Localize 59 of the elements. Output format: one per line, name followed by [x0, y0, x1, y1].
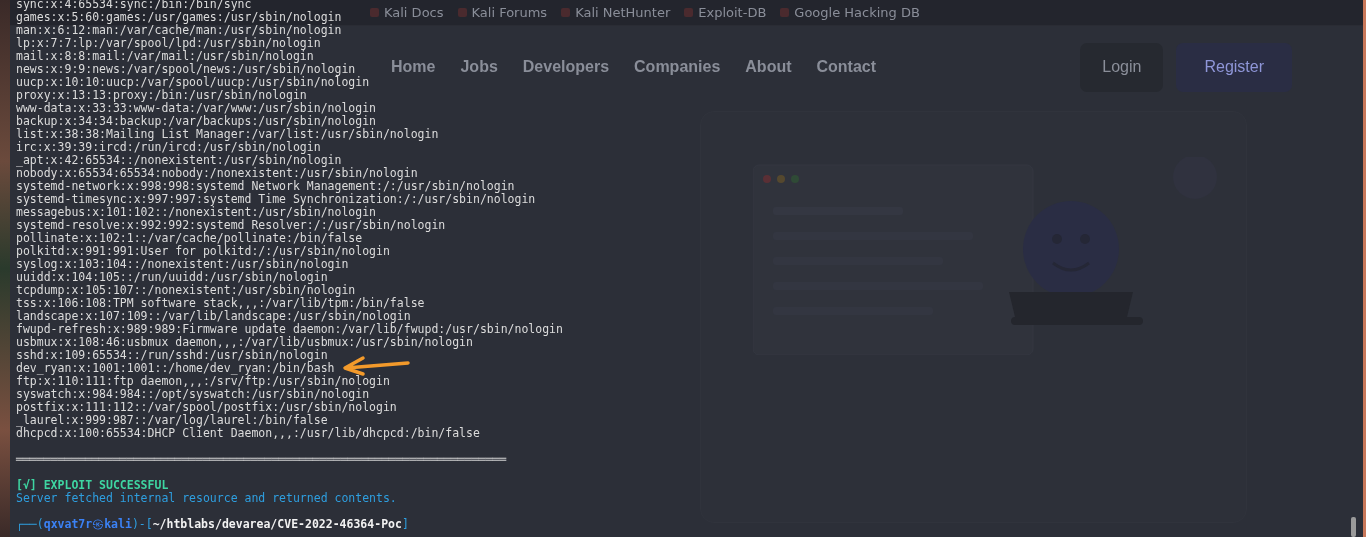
prompt-bracket: ┌──(: [16, 518, 44, 531]
nav-link[interactable]: Jobs: [460, 58, 498, 76]
bookmark-link[interactable]: Exploit-DB: [684, 5, 767, 20]
annotation-arrow: [341, 355, 411, 377]
terminal-line: fwupd-refresh:x:989:989:Firmware update daemon:/var/lib/fwupd:/usr/sbin/nologin: [16, 323, 563, 336]
nav-link[interactable]: Contact: [816, 58, 877, 76]
terminal-line: syswatch:x:984:984::/opt/syswatch:/usr/sbin/nologin: [16, 388, 370, 401]
terminal-line: tcpdump:x:105:107::/nonexistent:/usr/sbin/nologin: [16, 284, 356, 297]
terminal-line: systemd-resolve:x:992:992:systemd Resolver:/:/usr/sbin/nologin: [16, 219, 446, 232]
terminal-line: list:x:38:38:Mailing List Manager:/var/list:/usr/sbin/nologin: [16, 128, 439, 141]
terminal-line: irc:x:39:39:ircd:/run/ircd:/usr/sbin/nologin: [16, 141, 321, 154]
terminal-line: uuidd:x:104:105::/run/uuidd:/usr/sbin/nologin: [16, 271, 328, 284]
bookmark-link[interactable]: Google Hacking DB: [780, 5, 920, 20]
terminal-line: polkitd:x:991:991:User for polkitd:/:/usr/sbin/nologin: [16, 245, 390, 258]
terminal-line: tss:x:106:108:TPM software stack,,,:/var/lib/tpm:/bin/false: [16, 297, 425, 310]
terminal-line: landscape:x:107:109::/var/lib/landscape:/usr/sbin/nologin: [16, 310, 411, 323]
terminal-line: sshd:x:109:65534::/run/sshd:/usr/sbin/nologin: [16, 349, 328, 362]
terminal-line: pollinate:x:102:1::/var/cache/pollinate:/bin/false: [16, 232, 363, 245]
scrollbar-thumb[interactable]: [1351, 517, 1356, 537]
login-button[interactable]: Login: [1080, 42, 1164, 92]
prompt-user: qxvat7r: [43, 518, 93, 531]
terminal-line: news:x:9:9:news:/var/spool/news:/usr/sbin/nologin: [16, 63, 356, 76]
terminal-line: uucp:x:10:10:uucp:/var/spool/uucp:/usr/sbin/nologin: [16, 76, 370, 89]
terminal-line: man:x:6:12:man:/var/cache/man:/usr/sbin/nologin: [16, 24, 342, 37]
terminal-line: games:x:5:60:games:/usr/games:/usr/sbin/nologin: [16, 11, 342, 24]
separator-line: ═══════════════════════════════════════════════════════════════════════: [16, 453, 507, 466]
terminal-line: sync:x:4:65534:sync:/bin:/bin/sync: [16, 0, 252, 11]
terminal-line: backup:x:34:34:backup:/var/backups:/usr/sbin/nologin: [16, 115, 377, 128]
terminal-line: ftp:x:110:111:ftp daemon,,,:/srv/ftp:/usr/sbin/nologin: [16, 375, 390, 388]
prompt-path: ~/htblabs/devarea/CVE-2022-46364-Poc: [152, 518, 402, 531]
terminal-line: systemd-timesync:x:997:997:systemd Time Synchronization:/:/usr/sbin/nologin: [16, 193, 536, 206]
prompt-host: kali: [104, 518, 132, 531]
bookmark-link[interactable]: Kali Docs: [370, 5, 444, 20]
bookmark-link[interactable]: Kali NetHunter: [561, 5, 671, 20]
status-message: Server fetched internal resource and returned contents.: [16, 492, 397, 505]
terminal-line: lp:x:7:7:lp:/var/spool/lpd:/usr/sbin/nologin: [16, 37, 321, 50]
terminal-line: mail:x:8:8:mail:/var/mail:/usr/sbin/nologin: [16, 50, 314, 63]
terminal-line: systemd-network:x:998:998:systemd Network Management:/:/usr/sbin/nologin: [16, 180, 515, 193]
register-button[interactable]: Register: [1176, 42, 1292, 92]
nav-link[interactable]: About: [745, 58, 792, 76]
terminal-line: nobody:x:65534:65534:nobody:/nonexistent:/usr/sbin/nologin: [16, 167, 418, 180]
terminal-line: messagebus:x:101:102::/nonexistent:/usr/sbin/nologin: [16, 206, 377, 219]
terminal-line: dev_ryan:x:1001:1001::/home/dev_ryan:/bin/bash: [16, 362, 335, 375]
terminal-line: _apt:x:42:65534::/nonexistent:/usr/sbin/nologin: [16, 154, 342, 167]
prompt-at-symbol: ㉿: [92, 518, 105, 531]
nav-link[interactable]: Home: [391, 58, 436, 76]
terminal-line: syslog:x:103:104::/nonexistent:/usr/sbin/nologin: [16, 258, 349, 271]
exploit-status: [√] EXPLOIT SUCCESSFUL: [16, 479, 169, 492]
nav-link[interactable]: Companies: [634, 58, 721, 76]
prompt-bracket: ]: [401, 518, 409, 531]
terminal-line: proxy:x:13:13:proxy:/bin:/usr/sbin/nologin: [16, 89, 307, 102]
terminal-line: dhcpcd:x:100:65534:DHCP Client Daemon,,,:/usr/lib/dhcpcd:/bin/false: [16, 427, 480, 440]
prompt-bracket: )-[: [131, 518, 153, 531]
bookmark-link[interactable]: Kali Forums: [457, 5, 548, 20]
terminal-line: usbmux:x:108:46:usbmux daemon,,,:/var/lib/usbmux:/usr/sbin/nologin: [16, 336, 473, 349]
nav-link[interactable]: Developers: [522, 58, 610, 76]
terminal-line: _laurel:x:999:987::/var/log/laurel:/bin/false: [16, 414, 328, 427]
terminal-line: www-data:x:33:33:www-data:/var/www:/usr/sbin/nologin: [16, 102, 377, 115]
terminal-line: postfix:x:111:112::/var/spool/postfix:/usr/sbin/nologin: [16, 401, 397, 414]
